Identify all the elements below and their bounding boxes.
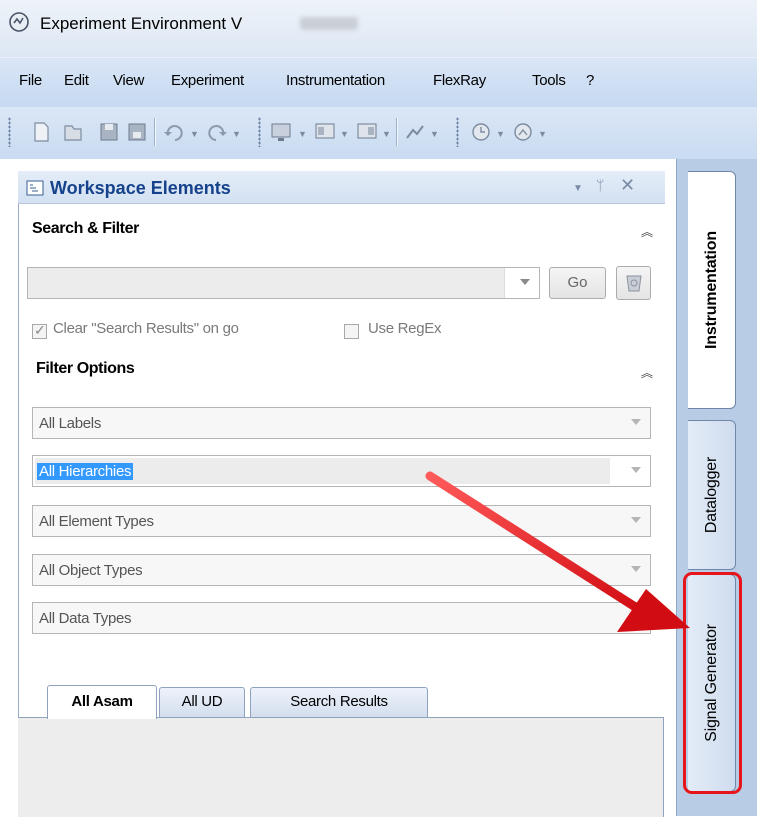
menu-tools[interactable]: Tools (532, 72, 566, 89)
open-icon[interactable] (60, 118, 86, 146)
search-input[interactable] (27, 267, 540, 299)
clock-dropdown-icon[interactable]: ▼ (496, 129, 505, 139)
new-file-icon[interactable] (28, 118, 54, 146)
menu-help[interactable]: ? (586, 72, 594, 89)
labels-value: All Labels (39, 415, 102, 432)
hierarchies-select[interactable]: All Hierarchies (32, 455, 651, 487)
eraser-icon (625, 275, 642, 292)
menu-instrumentation[interactable]: Instrumentation (286, 72, 385, 89)
chevron-down-icon (631, 566, 641, 572)
title-bar: Experiment Environment V (0, 0, 757, 57)
tab-content-area (18, 717, 664, 817)
redo-dropdown-icon[interactable]: ▼ (232, 129, 241, 139)
save-icon[interactable] (96, 118, 122, 146)
side-tab-instrumentation-label: Instrumentation (702, 231, 720, 349)
tab-all-ud[interactable]: All UD (159, 687, 245, 717)
chevron-down-icon (631, 419, 641, 425)
toolbar-separator (396, 118, 398, 146)
chevron-down-icon (631, 517, 641, 523)
data-types-value: All Data Types (39, 610, 132, 627)
window-title: Experiment Environment V (40, 14, 243, 33)
chevron-down-icon (631, 467, 641, 473)
menu-flexray[interactable]: FlexRay (433, 72, 486, 89)
toolbar-separator (154, 118, 156, 146)
save-all-icon[interactable] (124, 118, 150, 146)
layout-dropdown-icon[interactable]: ▼ (340, 129, 349, 139)
undo-dropdown-icon[interactable]: ▼ (190, 129, 199, 139)
toolbar-grip[interactable] (258, 117, 261, 147)
clear-results-label: Clear "Search Results" on go (53, 320, 239, 337)
panel-title: Workspace Elements (50, 178, 231, 198)
clear-search-button[interactable] (616, 266, 651, 300)
regex-label: Use RegEx (368, 320, 442, 337)
data-types-select[interactable]: All Data Types (32, 602, 651, 634)
side-tab-instrumentation[interactable]: Instrumentation (688, 171, 736, 409)
object-types-value: All Object Types (39, 562, 143, 579)
collapse-filter-icon[interactable]: ︽ (637, 363, 657, 383)
gauge-icon[interactable] (510, 118, 536, 146)
gauge-dropdown-icon[interactable]: ▼ (538, 129, 547, 139)
undo-icon[interactable] (160, 118, 186, 146)
redo-icon[interactable] (205, 118, 231, 146)
chevron-down-icon (631, 614, 641, 620)
clear-results-checkbox[interactable] (32, 322, 47, 339)
element-types-select[interactable]: All Element Types (32, 505, 651, 537)
redacted-version (300, 17, 358, 30)
display-dropdown-icon[interactable]: ▼ (298, 129, 307, 139)
filter-options-title: Filter Options (36, 360, 135, 377)
menu-file[interactable]: File (19, 72, 42, 89)
panel-menu-icon[interactable]: ▼ (573, 183, 583, 194)
element-types-value: All Element Types (39, 513, 154, 530)
search-filter-title: Search & Filter (32, 220, 139, 237)
annotation-highlight-box (683, 572, 742, 794)
workspace-icon (26, 180, 44, 196)
side-tab-datalogger[interactable]: Datalogger (688, 420, 736, 570)
pin-icon[interactable]: ᛘ (596, 177, 604, 193)
window-icon[interactable] (354, 118, 380, 146)
signal-dropdown-icon[interactable]: ▼ (430, 129, 439, 139)
tab-search-results[interactable]: Search Results (250, 687, 428, 717)
regex-checkbox[interactable] (344, 324, 359, 339)
chevron-down-icon (520, 279, 530, 285)
toolbar-grip[interactable] (456, 117, 459, 147)
labels-select[interactable]: All Labels (32, 407, 651, 439)
collapse-search-icon[interactable]: ︽ (637, 222, 657, 242)
go-button[interactable]: Go (549, 267, 606, 299)
menu-edit[interactable]: Edit (64, 72, 89, 89)
layout-icon[interactable] (312, 118, 338, 146)
display-icon[interactable] (268, 118, 294, 146)
object-types-select[interactable]: All Object Types (32, 554, 651, 586)
menu-experiment[interactable]: Experiment (171, 72, 244, 89)
app-icon (9, 12, 29, 32)
clock-icon[interactable] (468, 118, 494, 146)
menu-view[interactable]: View (113, 72, 144, 89)
hierarchies-value: All Hierarchies (37, 463, 134, 480)
toolbar-grip[interactable] (8, 117, 11, 147)
close-icon[interactable]: ✕ (620, 175, 635, 196)
tab-all-asam[interactable]: All Asam (47, 685, 157, 719)
side-tab-datalogger-label: Datalogger (702, 456, 720, 534)
window-dropdown-icon[interactable]: ▼ (382, 129, 391, 139)
signal-icon[interactable] (402, 118, 428, 146)
